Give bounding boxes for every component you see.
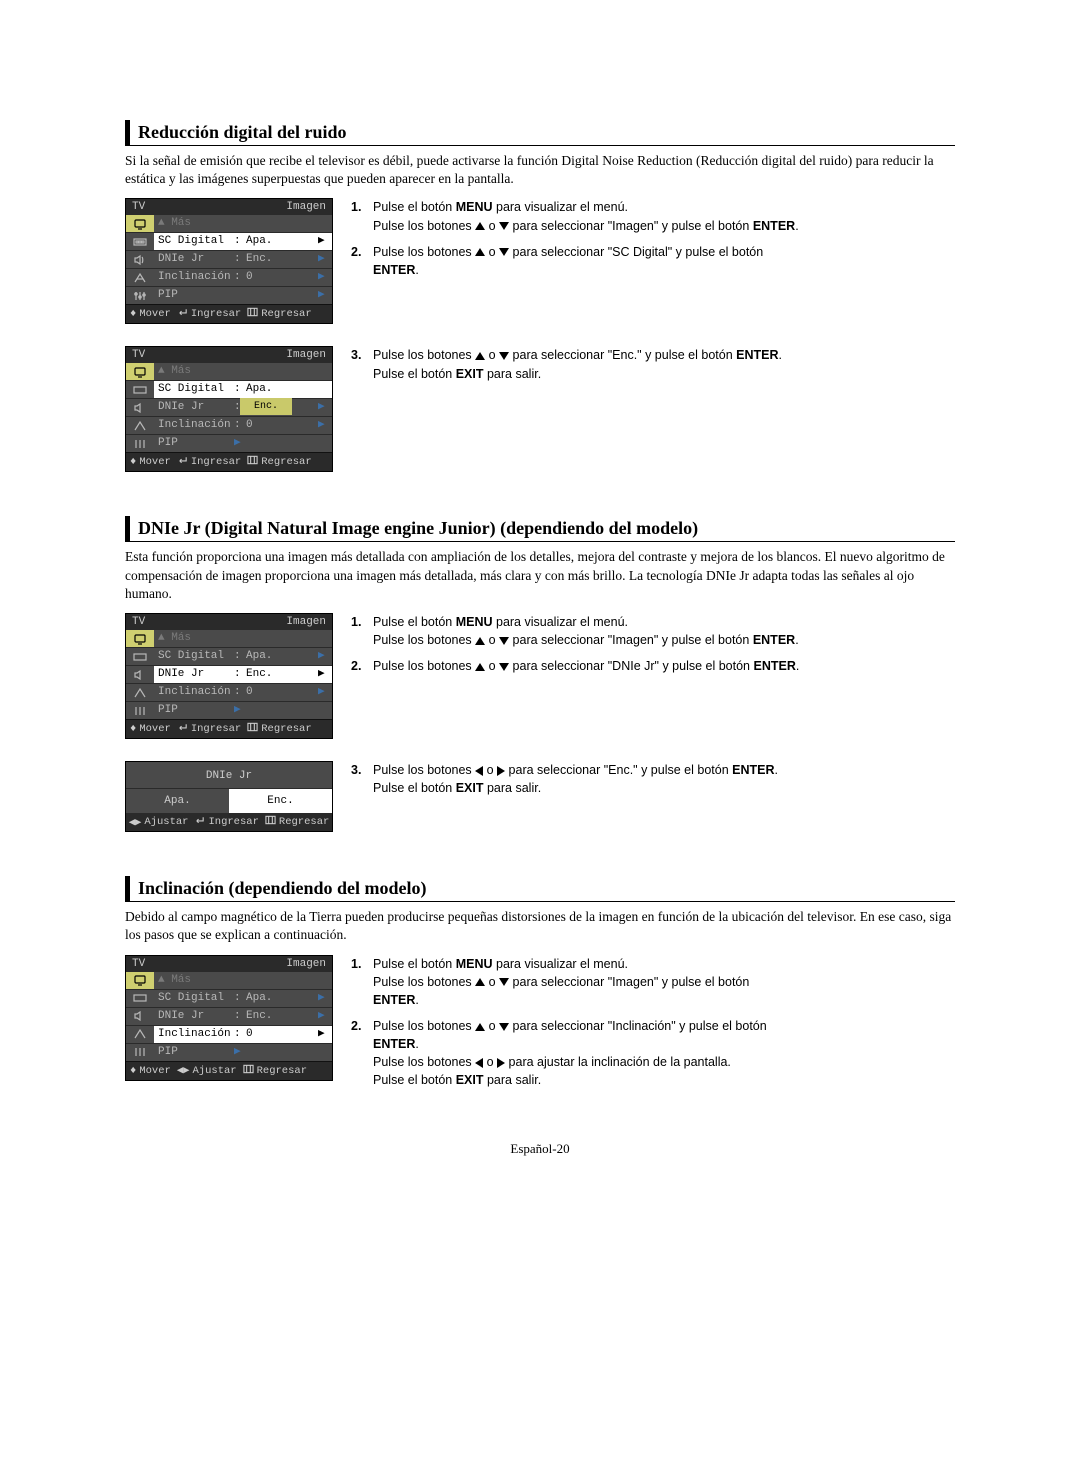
- picture-icon: [126, 215, 154, 232]
- step-text: Pulse los botones o para seleccionar "En…: [373, 346, 955, 382]
- step-text: Pulse el botón MENU para visualizar el m…: [373, 613, 955, 649]
- channel-icon: [126, 416, 154, 434]
- channel-icon: [126, 1025, 154, 1043]
- setup-icon: [126, 286, 154, 304]
- menu-item: SC Digital:Apa.Enc.: [154, 380, 332, 398]
- step-text: Pulse los botones o para seleccionar "DN…: [373, 657, 955, 675]
- menu-item: DNIe Jr:Enc.▶: [154, 665, 332, 683]
- channel-icon: [126, 268, 154, 286]
- picture-icon: [126, 972, 154, 989]
- menu-item: PIP▶: [154, 434, 332, 452]
- osd-menu: TVImagen ▲ Más SC Digital:Apa.▶ DNIe Jr:…: [125, 613, 333, 739]
- sound-icon: [126, 398, 154, 416]
- setup-icon: [126, 701, 154, 719]
- footer-ingresar: Ingresar: [177, 307, 241, 321]
- section-reduccion: Reducción digital del ruido Si la señal …: [125, 120, 955, 472]
- option-apa: Apa.: [126, 789, 229, 813]
- step-text: Pulse los botones o para seleccionar "En…: [373, 761, 955, 797]
- intro-text: Debido al campo magnético de la Tierra p…: [125, 908, 955, 944]
- osd-menu: TVImagen ▲ Más SC Digital:Apa.▶ DNIe Jr:…: [125, 198, 333, 324]
- footer-regresar: Regresar: [247, 307, 311, 321]
- sound-icon: [126, 1007, 154, 1025]
- menu-item: PIP▶: [154, 286, 332, 304]
- tv-label: TV: [132, 201, 160, 213]
- setup-icon: [126, 434, 154, 452]
- submenu-title: DNIe Jr: [126, 762, 332, 788]
- section-inclinacion: Inclinación (dependiendo del modelo) Deb…: [125, 876, 955, 1097]
- footer-mover: ♦Mover: [130, 307, 171, 321]
- menu-item: SC Digital:Apa.▶: [154, 989, 332, 1007]
- menu-item: Inclinación:0▶: [154, 1025, 332, 1043]
- section-title: Reducción digital del ruido: [125, 120, 955, 146]
- input-icon: [126, 380, 154, 398]
- step-text: Pulse los botones o para seleccionar "In…: [373, 1017, 955, 1090]
- menu-item: Inclinación:0▶: [154, 416, 332, 434]
- menu-title: Imagen: [160, 201, 326, 213]
- section-dnie: DNIe Jr (Digital Natural Image engine Ju…: [125, 516, 955, 832]
- menu-item: DNIe Jr:Enc.▶: [154, 250, 332, 268]
- sound-icon: [126, 250, 154, 268]
- step-text: Pulse el botón MENU para visualizar el m…: [373, 955, 955, 1009]
- channel-icon: [126, 683, 154, 701]
- menu-item: Inclinación:0▶: [154, 683, 332, 701]
- page-footer: Español-20: [125, 1141, 955, 1157]
- menu-item: PIP▶: [154, 701, 332, 719]
- option-enc: Enc.: [229, 789, 332, 813]
- picture-icon: [126, 630, 154, 647]
- menu-item: Inclinación:0▶: [154, 268, 332, 286]
- section-title: DNIe Jr (Digital Natural Image engine Ju…: [125, 516, 955, 542]
- osd-menu: TVImagen ▲ Más SC Digital:Apa.Enc. DNIe …: [125, 346, 333, 472]
- sound-icon: [126, 665, 154, 683]
- input-icon: [126, 232, 154, 250]
- step-text: Pulse el botón MENU para visualizar el m…: [373, 198, 955, 234]
- input-icon: [126, 647, 154, 665]
- menu-item: SC Digital:Apa.▶: [154, 647, 332, 665]
- intro-text: Si la señal de emisión que recibe el tel…: [125, 152, 955, 188]
- osd-submenu: DNIe Jr Apa. Enc. ◀▶Ajustar Ingresar Reg…: [125, 761, 333, 832]
- menu-item: PIP▶: [154, 1043, 332, 1061]
- menu-item: SC Digital:Apa.▶: [154, 232, 332, 250]
- picture-icon: [126, 363, 154, 380]
- menu-item: DNIe Jr:Enc.▶: [154, 1007, 332, 1025]
- setup-icon: [126, 1043, 154, 1061]
- step-text: Pulse los botones o para seleccionar "SC…: [373, 243, 955, 279]
- osd-menu: TVImagen ▲ Más SC Digital:Apa.▶ DNIe Jr:…: [125, 955, 333, 1081]
- section-title: Inclinación (dependiendo del modelo): [125, 876, 955, 902]
- input-icon: [126, 989, 154, 1007]
- intro-text: Esta función proporciona una imagen más …: [125, 548, 955, 603]
